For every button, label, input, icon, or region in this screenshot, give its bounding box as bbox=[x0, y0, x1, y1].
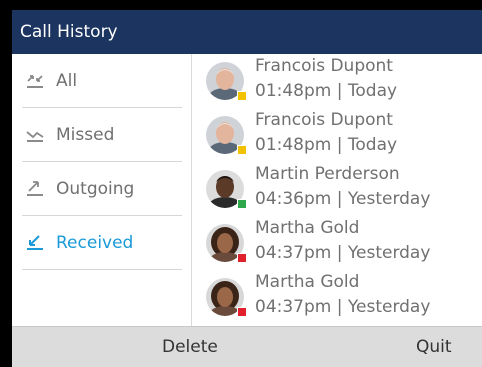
filter-label: All bbox=[56, 70, 78, 91]
filter-label: Outgoing bbox=[56, 178, 135, 199]
received-call-icon bbox=[24, 232, 46, 254]
call-time: 01:48pm | Today bbox=[255, 81, 398, 101]
filter-label: Received bbox=[56, 232, 134, 253]
call-time: 04:37pm | Yesterday bbox=[255, 297, 431, 317]
call-list: Francois Dupont 01:48pm | Today Francois… bbox=[193, 54, 482, 326]
presence-status-indicator bbox=[237, 199, 247, 209]
caller-name: Martha Gold bbox=[255, 272, 360, 292]
phone-screen: Call History All Missed Outgoing Receive… bbox=[0, 0, 482, 367]
presence-status-indicator bbox=[237, 145, 247, 155]
presence-status-indicator bbox=[237, 253, 247, 263]
missed-call-icon bbox=[24, 124, 46, 146]
call-row[interactable]: Francois Dupont 01:48pm | Today bbox=[193, 108, 482, 162]
softkey-bar: Delete Quit bbox=[12, 326, 482, 367]
all-calls-icon bbox=[24, 70, 46, 92]
caller-name: Francois Dupont bbox=[255, 56, 393, 76]
caller-name: Francois Dupont bbox=[255, 110, 393, 130]
filter-label: Missed bbox=[56, 124, 115, 145]
filter-all[interactable]: All bbox=[22, 54, 182, 108]
caller-name: Martin Perderson bbox=[255, 164, 400, 184]
call-row[interactable]: Martin Perderson 04:36pm | Yesterday bbox=[193, 162, 482, 216]
call-time: 01:48pm | Today bbox=[255, 135, 398, 155]
caller-name: Martha Gold bbox=[255, 218, 360, 238]
call-row[interactable]: Martha Gold 04:37pm | Yesterday bbox=[193, 270, 482, 324]
presence-status-indicator bbox=[237, 91, 247, 101]
filter-received[interactable]: Received bbox=[22, 216, 182, 270]
delete-button[interactable]: Delete bbox=[162, 327, 218, 367]
quit-button[interactable]: Quit bbox=[416, 327, 452, 367]
call-row[interactable]: Martha Gold 04:37pm | Yesterday bbox=[193, 216, 482, 270]
title-bar: Call History bbox=[12, 10, 482, 54]
filter-missed[interactable]: Missed bbox=[22, 108, 182, 162]
window-title: Call History bbox=[20, 22, 118, 42]
call-time: 04:37pm | Yesterday bbox=[255, 243, 431, 263]
filter-outgoing[interactable]: Outgoing bbox=[22, 162, 182, 216]
call-time: 04:36pm | Yesterday bbox=[255, 189, 431, 209]
call-row[interactable]: Francois Dupont 01:48pm | Today bbox=[193, 54, 482, 108]
outgoing-call-icon bbox=[24, 178, 46, 200]
call-history-window: Call History All Missed Outgoing Receive… bbox=[12, 10, 482, 367]
presence-status-indicator bbox=[237, 307, 247, 317]
filter-sidebar: All Missed Outgoing Received bbox=[12, 54, 192, 326]
